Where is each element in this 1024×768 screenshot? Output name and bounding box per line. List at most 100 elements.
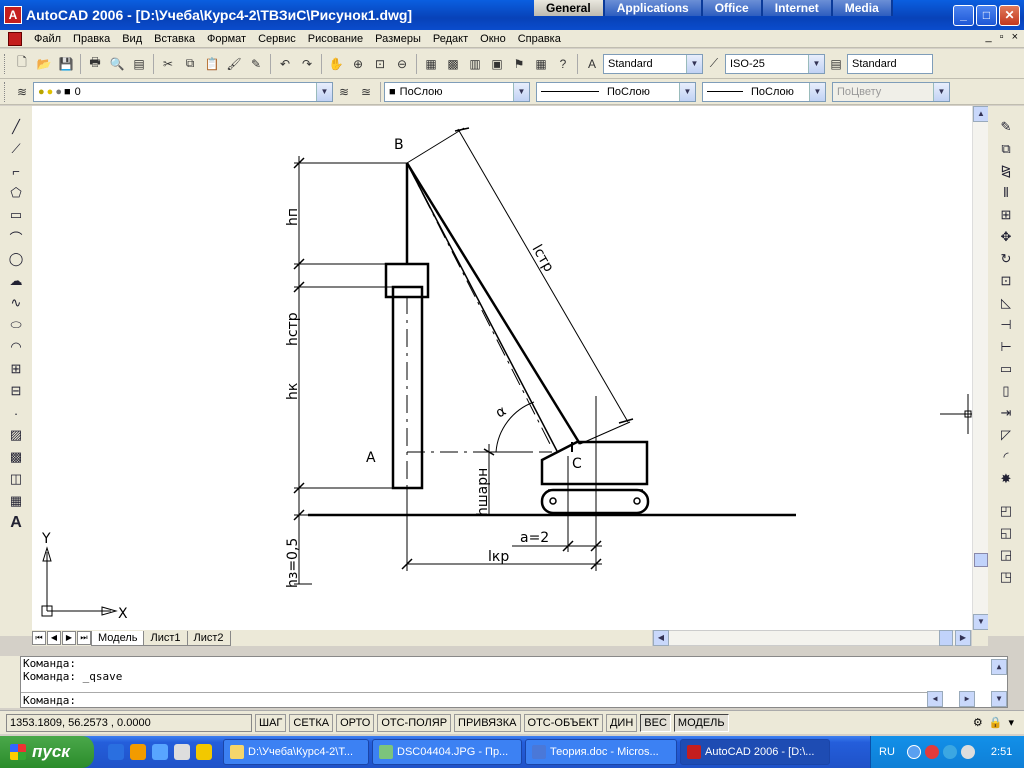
revision-cloud-icon[interactable]: ☁ (5, 270, 27, 292)
quick-launch-icon[interactable] (108, 744, 124, 760)
scroll-down-icon[interactable]: ▼ (973, 614, 989, 630)
make-block-icon[interactable]: ⊟ (5, 380, 27, 402)
markup-icon[interactable]: ⚑ (509, 54, 529, 74)
menu-view[interactable]: Вид (116, 30, 148, 48)
point-icon[interactable]: · (5, 402, 27, 424)
toolbar-lock-icon[interactable]: 🔒 (989, 716, 1003, 729)
extend-icon[interactable]: ⊢ (995, 336, 1017, 358)
publish-icon[interactable]: ▤ (129, 54, 149, 74)
comm-center-icon[interactable]: ⚙ (973, 716, 983, 729)
quick-launch-icon[interactable] (152, 744, 168, 760)
scroll-left-icon[interactable]: ◀ (653, 630, 669, 646)
osnap-toggle[interactable]: ПРИВЯЗКА (454, 713, 521, 732)
calculator-icon[interactable]: ▦ (531, 54, 551, 74)
redo-icon[interactable]: ↷ (297, 54, 317, 74)
linetype-select[interactable]: ПоСлою ▼ (536, 81, 696, 102)
help-icon[interactable]: ? (553, 54, 573, 74)
menu-dimension[interactable]: Размеры (369, 30, 427, 48)
task-explorer[interactable]: D:\Учеба\Курс4-2\Т... (223, 739, 369, 765)
chamfer-icon[interactable]: ◸ (995, 424, 1017, 446)
command-window-grip[interactable] (0, 656, 20, 708)
move-icon[interactable]: ✥ (995, 226, 1017, 248)
erase-icon[interactable]: ✎ (995, 116, 1017, 138)
offset-icon[interactable]: ⫴ (995, 182, 1017, 204)
print-icon[interactable]: 🖶 (85, 54, 105, 74)
tab-applications[interactable]: Applications (604, 0, 703, 16)
toolbar-grip[interactable] (4, 81, 7, 102)
multiline-text-icon[interactable]: A (5, 512, 27, 534)
next-tab-icon[interactable]: ▶ (62, 631, 76, 645)
tab-internet[interactable]: Internet (762, 0, 833, 16)
status-menu-icon[interactable]: ▾ (1008, 716, 1014, 729)
network-icon[interactable] (942, 745, 957, 759)
tab-general[interactable]: General (534, 0, 605, 16)
ellipse-icon[interactable]: ⬭ (5, 314, 27, 336)
polyline-icon[interactable]: ⌐ (5, 160, 27, 182)
close-button[interactable]: ✕ (999, 5, 1020, 26)
undo-icon[interactable]: ↶ (275, 54, 295, 74)
stretch-icon[interactable]: ◺ (995, 292, 1017, 314)
lwt-toggle[interactable]: ВЕС (640, 713, 671, 732)
line-icon[interactable]: ╱ (5, 116, 27, 138)
dyn-toggle[interactable]: ДИН (605, 713, 638, 732)
break-icon[interactable]: ▯ (995, 380, 1017, 402)
open-file-icon[interactable]: 📂 (34, 54, 54, 74)
menu-help[interactable]: Справка (512, 30, 567, 48)
zoom-window-icon[interactable]: ⊡ (370, 54, 390, 74)
last-tab-icon[interactable]: ⏭ (77, 631, 91, 645)
dim-style-select[interactable]: ISO-25 ▼ (725, 53, 825, 74)
make-layer-current-icon[interactable]: ≋ (334, 82, 354, 102)
rotate-icon[interactable]: ↻ (995, 248, 1017, 270)
construction-line-icon[interactable]: ⟋ (5, 138, 27, 160)
layer-previous-icon[interactable]: ≊ (356, 82, 376, 102)
quick-launch-icon[interactable] (196, 744, 212, 760)
block-editor-icon[interactable]: ✎ (246, 54, 266, 74)
grid-toggle[interactable]: СЕТКА (289, 713, 334, 732)
coordinates-readout[interactable]: 1353.1809, 56.2573 , 0.0000 (6, 713, 252, 732)
mirror-icon[interactable]: ⧎ (995, 160, 1017, 182)
copy-icon[interactable]: ⧉ (180, 54, 200, 74)
chevron-down-icon[interactable]: ▼ (316, 82, 332, 101)
chevron-down-icon[interactable]: ▼ (809, 82, 825, 101)
command-input[interactable]: Команда: (21, 692, 927, 707)
chevron-down-icon[interactable]: ▼ (513, 82, 529, 101)
doc-minimize-button[interactable]: _ (986, 31, 992, 43)
scroll-up-icon[interactable]: ▲ (973, 106, 989, 122)
start-button[interactable]: пуск (0, 736, 94, 768)
chevron-down-icon[interactable]: ▼ (679, 82, 695, 101)
sheet-set-icon[interactable]: ▣ (487, 54, 507, 74)
cmd-scroll-down-icon[interactable]: ▼ (991, 691, 1007, 707)
draworder-back-icon[interactable]: ◱ (995, 522, 1017, 544)
minimize-button[interactable]: _ (953, 5, 974, 26)
quick-launch-icon[interactable] (174, 744, 190, 760)
menu-tools[interactable]: Сервис (252, 30, 302, 48)
vertical-scrollbar[interactable]: ▲ ▼ (972, 106, 989, 630)
doc-restore-button[interactable]: ▫ (1000, 31, 1004, 43)
text-style-select[interactable]: Standard ▼ (603, 53, 703, 74)
rectangle-icon[interactable]: ▭ (5, 204, 27, 226)
tab-office[interactable]: Office (702, 0, 763, 16)
ortho-toggle[interactable]: ОРТО (336, 713, 375, 732)
draworder-front-icon[interactable]: ◰ (995, 500, 1017, 522)
lineweight-select[interactable]: ПоСлою ▼ (702, 81, 826, 102)
autocad-app-icon[interactable]: A (4, 6, 22, 24)
design-center-icon[interactable]: ▩ (443, 54, 463, 74)
chevron-down-icon[interactable]: ▼ (686, 54, 702, 73)
table-style-icon[interactable]: ▤ (826, 54, 846, 74)
tray-arrow-icon[interactable] (906, 745, 921, 759)
copy-object-icon[interactable]: ⧉ (995, 138, 1017, 160)
cmd-scroll-right-icon[interactable]: ▶ (959, 691, 975, 707)
trim-icon[interactable]: ⊣ (995, 314, 1017, 336)
menu-file[interactable]: Файл (28, 30, 67, 48)
tab-sheet2[interactable]: Лист2 (186, 630, 231, 646)
table-style-select[interactable]: Standard (847, 53, 933, 74)
ellipse-arc-icon[interactable]: ◠ (5, 336, 27, 358)
menu-edit[interactable]: Правка (67, 30, 116, 48)
hatch-icon[interactable]: ▨ (5, 424, 27, 446)
horizontal-scrollbar[interactable]: ◀ ▶ (652, 630, 972, 646)
cmd-scroll-up-icon[interactable]: ▲ (991, 659, 1007, 675)
first-tab-icon[interactable]: ⏮ (32, 631, 46, 645)
text-style-icon[interactable]: A (582, 54, 602, 74)
menu-window[interactable]: Окно (474, 30, 512, 48)
task-autocad[interactable]: AutoCAD 2006 - [D:\... (680, 739, 830, 765)
